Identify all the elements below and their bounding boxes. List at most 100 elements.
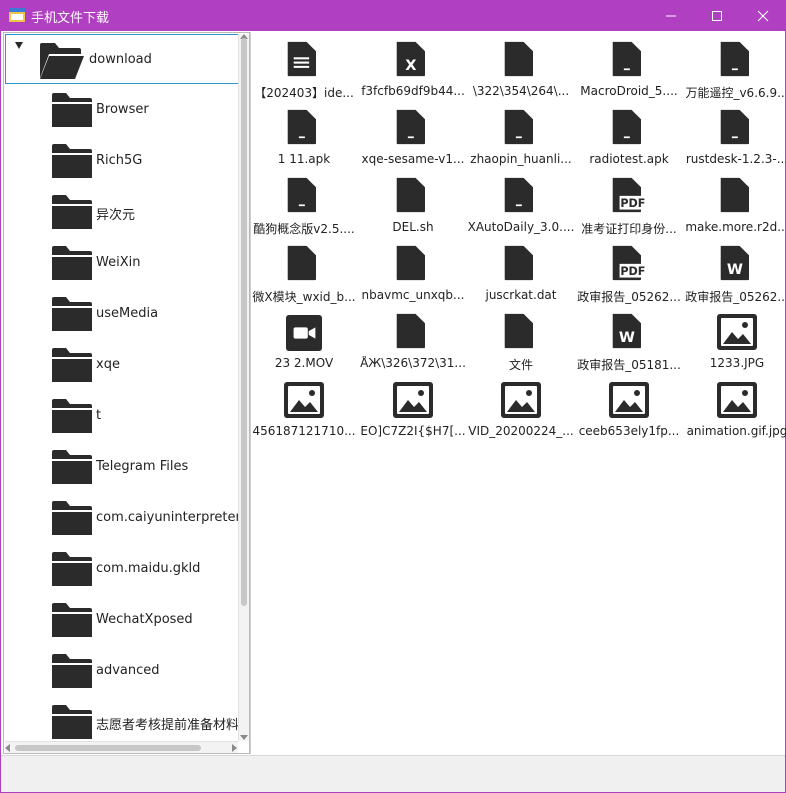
file-item[interactable]: 1 11.apk — [250, 102, 358, 170]
file-icon — [504, 41, 533, 77]
file-item[interactable]: ceeb653ely1fp... — [575, 374, 683, 442]
file-item[interactable]: 456187121710... — [250, 374, 358, 442]
file-item[interactable]: xqe-sesame-v1... — [359, 102, 467, 170]
file-item[interactable]: 1233.JPG — [683, 306, 786, 374]
file-name: 23 2.MOV — [274, 356, 334, 370]
word-file-icon: W — [720, 245, 749, 281]
scroll-thumb[interactable] — [15, 745, 201, 751]
tree-item-label: Rich5G — [96, 153, 143, 168]
file-item[interactable]: XAutoDaily_3.0.... — [467, 170, 575, 238]
file-item[interactable]: PDF 准考证打印身份... — [575, 170, 683, 238]
expand-arrow-icon[interactable] — [15, 42, 23, 49]
close-button[interactable] — [740, 0, 786, 31]
scroll-thumb[interactable] — [241, 38, 247, 606]
file-item[interactable]: 万能遥控_v6.6.9... — [683, 34, 786, 102]
pdf-file-icon: PDF — [612, 245, 647, 281]
file-item[interactable]: VID_20200224_... — [467, 374, 575, 442]
tree-item[interactable]: com.caiyuninterpreter.ac — [4, 493, 249, 544]
file-item[interactable]: 酷狗概念版v2.5.... — [250, 170, 358, 238]
scroll-down-icon[interactable] — [240, 735, 248, 740]
scroll-left-icon[interactable] — [5, 744, 10, 752]
tree-vertical-scrollbar[interactable] — [238, 34, 249, 741]
tree-item[interactable]: WechatXposed — [4, 595, 240, 646]
tree-item[interactable]: 异次元 — [4, 187, 240, 238]
file-name: zhaopin_huanli... — [470, 152, 572, 166]
folder-icon — [52, 705, 92, 739]
file-item[interactable]: DEL.sh — [359, 170, 467, 238]
image-file-icon — [501, 382, 541, 418]
file-name: animation.gif.jpg — [686, 424, 786, 438]
excel-file-icon: X — [396, 41, 425, 77]
pdf-file-icon: PDF — [612, 177, 647, 213]
file-item[interactable]: EO]C7Z2I{$H7[... — [359, 374, 467, 442]
file-item[interactable]: make.more.r2d... — [683, 170, 786, 238]
file-name: 微X模块_wxid_b... — [252, 290, 356, 304]
svg-text:PDF: PDF — [620, 197, 645, 210]
tree-item[interactable]: useMedia — [4, 289, 240, 340]
file-item[interactable]: juscrkat.dat — [467, 238, 575, 306]
file-name: make.more.r2d... — [685, 220, 786, 234]
video-file-icon — [286, 315, 322, 351]
folder-icon — [52, 144, 92, 178]
file-item[interactable]: radiotest.apk — [575, 102, 683, 170]
file-name: 1 11.apk — [277, 152, 331, 166]
file-name: MacroDroid_5.... — [580, 84, 678, 98]
tree-item[interactable]: Browser — [4, 85, 240, 136]
tree-item[interactable]: Telegram Files — [4, 442, 240, 493]
file-name: DEL.sh — [392, 220, 434, 234]
scroll-right-icon[interactable] — [232, 744, 237, 752]
file-item[interactable]: W 政审报告_05181... — [575, 306, 683, 374]
tree-item-label: WechatXposed — [96, 612, 193, 627]
file-item[interactable]: 微X模块_wxid_b... — [250, 238, 358, 306]
file-item[interactable]: MacroDroid_5.... — [575, 34, 683, 102]
file-name: 万能遥控_v6.6.9... — [685, 86, 786, 100]
tree-item[interactable]: xqe — [4, 340, 240, 391]
file-item[interactable]: ÅЖ\326\372\31... — [359, 306, 467, 374]
tree-horizontal-scrollbar[interactable] — [5, 741, 238, 753]
image-file-icon — [284, 382, 324, 418]
app-icon — [9, 8, 25, 22]
folder-icon — [52, 399, 92, 433]
tree-item[interactable]: t — [4, 391, 240, 442]
folder-open-icon — [40, 43, 84, 79]
folder-icon — [52, 654, 92, 688]
file-name: nbavmc_unxqb... — [361, 288, 465, 302]
file-name: ceeb653ely1fp... — [578, 424, 680, 438]
file-item[interactable]: \322\354\264\... — [467, 34, 575, 102]
file-name: 政审报告_05262... — [685, 290, 786, 304]
document-icon — [287, 41, 316, 77]
file-item[interactable]: zhaopin_huanli... — [467, 102, 575, 170]
file-item[interactable]: animation.gif.jpg — [683, 374, 786, 442]
maximize-button[interactable] — [694, 0, 740, 31]
file-item[interactable]: rustdesk-1.2.3-... — [683, 102, 786, 170]
tree-item-label: 志愿者考核提前准备材料(1 — [96, 718, 250, 733]
file-name: 文件 — [508, 358, 533, 372]
file-item[interactable]: nbavmc_unxqb... — [359, 238, 467, 306]
file-item[interactable]: W 政审报告_05262... — [683, 238, 786, 306]
tree-item[interactable]: Rich5G — [4, 136, 240, 187]
file-item[interactable]: Xf3fcfb69df9b44... — [359, 34, 467, 102]
svg-text:PDF: PDF — [620, 265, 645, 278]
file-name: \322\354\264\... — [472, 84, 570, 98]
svg-text:W: W — [619, 329, 635, 346]
image-file-icon — [393, 382, 433, 418]
svg-text:X: X — [405, 57, 416, 74]
file-item[interactable]: 文件 — [467, 306, 575, 374]
tree-item[interactable]: advanced — [4, 646, 240, 697]
file-name: radiotest.apk — [589, 152, 669, 166]
tree-item[interactable]: com.maidu.gkld — [4, 544, 240, 595]
file-item[interactable]: 23 2.MOV — [250, 306, 358, 374]
tree-item[interactable]: WeiXin — [4, 238, 240, 289]
folder-icon — [52, 93, 92, 127]
tree-item-label: useMedia — [96, 306, 159, 321]
image-file-icon — [609, 382, 649, 418]
file-item[interactable]: 【202403】ide... — [250, 34, 358, 102]
file-icon — [287, 245, 316, 281]
minimize-button[interactable] — [648, 0, 694, 31]
file-name: xqe-sesame-v1... — [361, 152, 465, 166]
file-icon — [720, 177, 749, 213]
file-item[interactable]: PDF 政审报告_05262... — [575, 238, 683, 306]
tree-item-download[interactable]: download — [5, 34, 239, 84]
file-name: juscrkat.dat — [485, 288, 557, 302]
word-file-icon: W — [612, 313, 641, 349]
